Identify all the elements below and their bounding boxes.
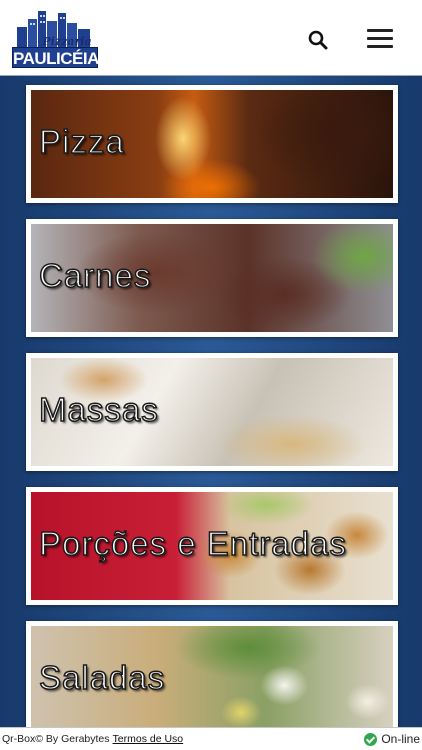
category-label: Massas bbox=[38, 390, 159, 429]
category-card-porcoes[interactable]: Porções e Entradas bbox=[26, 487, 398, 605]
appetizers-image: Porções e Entradas bbox=[31, 492, 393, 600]
search-icon bbox=[308, 30, 328, 50]
grilled-meat-image: Carnes bbox=[31, 224, 393, 332]
category-card-carnes[interactable]: Carnes bbox=[26, 219, 398, 337]
app-header: Pizzaria PAULICÉIA bbox=[0, 0, 422, 76]
terms-link[interactable]: Termos de Uso bbox=[113, 733, 184, 745]
category-label: Pizza bbox=[38, 122, 125, 161]
category-label: Porções e Entradas bbox=[38, 524, 347, 563]
check-circle-icon bbox=[364, 732, 378, 746]
category-card-massas[interactable]: Massas bbox=[26, 353, 398, 471]
search-button[interactable] bbox=[306, 28, 330, 52]
category-card-saladas[interactable]: Saladas bbox=[26, 621, 398, 739]
copyright-text: Qr-Box© By Gerabytes bbox=[2, 733, 110, 745]
category-card-pizza[interactable]: Pizza bbox=[26, 85, 398, 203]
hamburger-line bbox=[367, 37, 393, 40]
pasta-image: Massas bbox=[31, 358, 393, 466]
online-status: On-line bbox=[364, 728, 420, 750]
category-label: Saladas bbox=[38, 658, 166, 697]
status-text: On-line bbox=[381, 732, 420, 746]
category-label: Carnes bbox=[38, 256, 152, 295]
pizzaria-logo[interactable]: Pizzaria PAULICÉIA bbox=[11, 7, 99, 69]
logo-title: PAULICÉIA bbox=[12, 47, 99, 68]
menu-button[interactable] bbox=[364, 26, 396, 50]
hamburger-line bbox=[367, 29, 393, 32]
pizza-oven-image: Pizza bbox=[31, 90, 393, 198]
app-footer: Qr-Box© By Gerabytes Termos de Uso On-lin… bbox=[0, 727, 422, 750]
hamburger-line bbox=[367, 45, 393, 48]
footer-credits: Qr-Box© By Gerabytes Termos de Uso bbox=[2, 728, 183, 750]
salad-image: Saladas bbox=[31, 626, 393, 734]
